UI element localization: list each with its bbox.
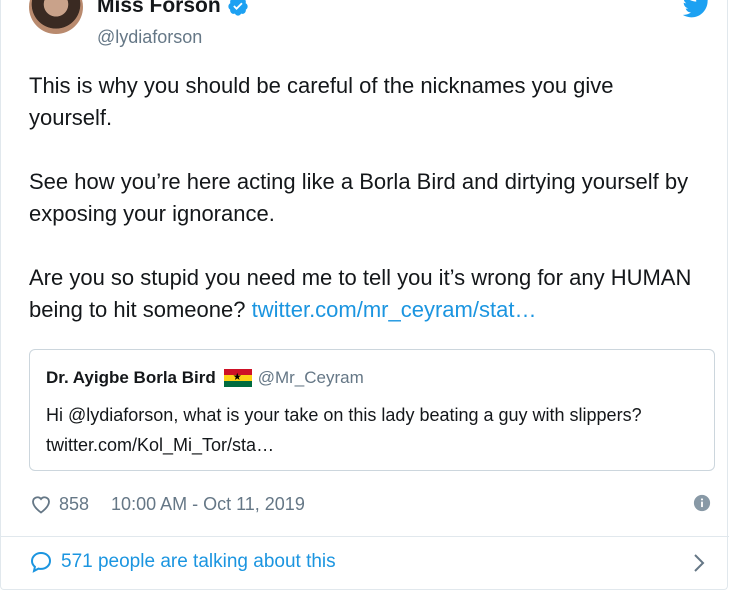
ghana-flag-icon: ★ xyxy=(223,369,252,387)
quoted-tweet-text: Hi @lydiaforson, what is your take on th… xyxy=(46,405,642,455)
quoted-tweet[interactable]: Dr. Ayigbe Borla Bird ★ @Mr_Ceyram Hi @l… xyxy=(29,349,715,471)
author-display-name[interactable]: Miss Forson xyxy=(97,0,221,18)
info-icon[interactable] xyxy=(693,494,711,512)
talking-about-link[interactable]: 571 people are talking about this xyxy=(29,550,336,574)
tweet-body: This is why you should be careful of the… xyxy=(29,73,692,322)
tweet-timestamp[interactable]: 10:00 AM - Oct 11, 2019 xyxy=(111,494,305,515)
chevron-right-icon[interactable] xyxy=(689,552,709,574)
tweet-meta: 858 10:00 AM - Oct 11, 2019 xyxy=(29,490,715,518)
tweet-link[interactable]: twitter.com/mr_ceyram/stat… xyxy=(252,297,537,322)
speech-bubble-icon xyxy=(30,551,52,573)
conversation-footer[interactable]: 571 people are talking about this xyxy=(1,536,729,590)
tweet-text: This is why you should be careful of the… xyxy=(29,70,699,326)
author-handle[interactable]: @lydiaforson xyxy=(97,27,202,48)
avatar[interactable] xyxy=(29,0,83,34)
twitter-bird-icon[interactable] xyxy=(683,0,711,20)
verified-badge-icon xyxy=(228,0,248,16)
quoted-author-name: Dr. Ayigbe Borla Bird xyxy=(46,368,216,387)
quoted-tweet-header: Dr. Ayigbe Borla Bird ★ @Mr_Ceyram xyxy=(46,368,364,388)
heart-icon[interactable] xyxy=(29,492,53,516)
like-count[interactable]: 858 xyxy=(59,494,89,515)
quoted-author-handle: @Mr_Ceyram xyxy=(257,368,364,387)
tweet-card: Miss Forson @lydiaforson This is why you… xyxy=(0,0,729,590)
talking-about-label[interactable]: 571 people are talking about this xyxy=(61,551,336,573)
author-display-name-row[interactable]: Miss Forson xyxy=(97,0,249,18)
